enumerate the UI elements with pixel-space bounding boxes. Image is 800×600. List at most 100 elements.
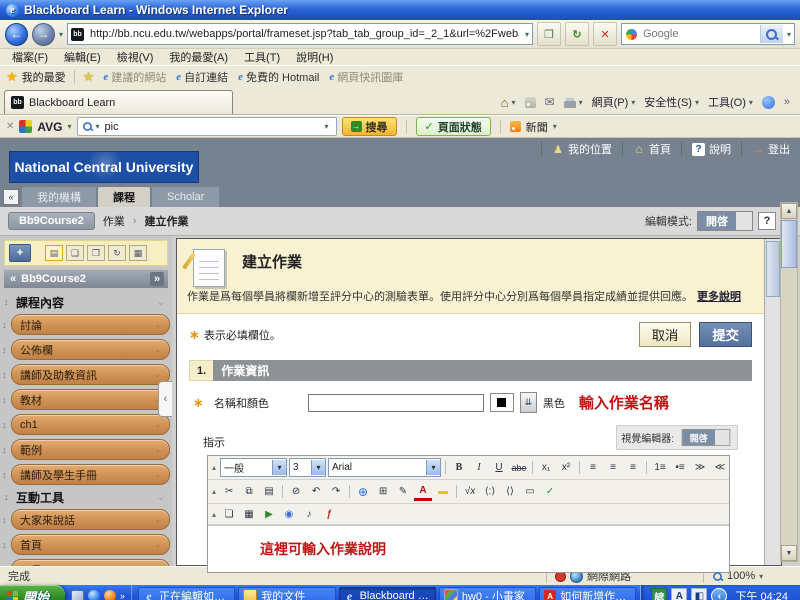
chevron-down-icon[interactable]: ⌄ — [154, 320, 161, 329]
bold-button[interactable]: B — [450, 460, 468, 476]
separator[interactable] — [445, 461, 446, 474]
separator[interactable] — [282, 485, 283, 498]
spellcheck-button[interactable]: ✓ — [541, 484, 559, 500]
menu-item[interactable]: 說明(H) — [288, 49, 341, 65]
rss-feed-icon[interactable] — [525, 97, 536, 108]
drag-handle-icon[interactable]: ↕ — [2, 320, 10, 330]
favorites-star-icon[interactable]: ★ — [6, 69, 18, 85]
cut-button[interactable]: ✂ — [220, 484, 238, 500]
sidebar-menu-item[interactable]: ↕ 討論 ⌄ — [2, 314, 170, 335]
chevron-down-icon[interactable]: ⌄ — [154, 470, 161, 479]
assignment-name-input[interactable] — [308, 394, 484, 412]
align-center-button[interactable]: ≡ — [604, 460, 622, 476]
print-dropdown-icon[interactable]: ▾ — [579, 98, 583, 107]
chevron-down-icon[interactable]: ⌄ — [154, 565, 161, 566]
ime-mode-icon[interactable]: A — [671, 588, 687, 600]
taskbar-task[interactable]: 如何新增作業... — [539, 587, 636, 600]
more-help-link[interactable]: 更多說明 — [697, 291, 741, 303]
sidebar-menu-item[interactable]: ↕ ch1 ⌄ — [2, 414, 170, 435]
drag-handle-icon[interactable]: ↕ — [4, 492, 12, 502]
attach-file-button[interactable]: ❏ — [220, 506, 238, 522]
firefox-icon[interactable] — [104, 590, 116, 600]
avg-search-box[interactable]: ▾ ▾ — [77, 117, 337, 136]
chevron-down-icon[interactable]: ⌄ — [154, 445, 161, 454]
favorites-label[interactable]: 我的最愛 — [22, 69, 66, 85]
preview-button[interactable]: ▭ — [521, 484, 539, 500]
page-scrollbar[interactable]: ▲ ▼ — [780, 202, 798, 562]
drag-handle-icon[interactable]: ↕ — [2, 470, 10, 480]
ime-indicator-icon[interactable]: 諺 — [651, 588, 667, 600]
home-dropdown-icon[interactable]: ▾ — [512, 98, 516, 107]
collapse-menu-icon[interactable]: « — [10, 273, 16, 285]
address-field[interactable]: bb ▾ — [67, 23, 533, 45]
collapse-toolbar-icon[interactable]: ▴ — [212, 487, 216, 496]
add-menu-item-button[interactable]: + — [9, 244, 31, 262]
collapse-sidebar-button[interactable]: ‹ — [158, 381, 172, 417]
attach-audio-button[interactable]: ♪ — [300, 506, 318, 522]
url-input[interactable] — [88, 27, 521, 41]
subscript-button[interactable]: x₁ — [537, 460, 555, 476]
avg-page-status-button[interactable]: ✓ 頁面狀態 — [416, 117, 491, 136]
refresh-button[interactable]: ↻ — [565, 22, 589, 46]
avg-news-button[interactable]: 新聞 — [526, 119, 548, 135]
scroll-up-button[interactable]: ▲ — [781, 203, 797, 219]
search-button[interactable] — [760, 25, 783, 43]
font-size-select[interactable]: 3▾ — [289, 458, 326, 477]
tab-scholar[interactable]: Scholar — [152, 187, 219, 207]
favorites-link[interactable]: 自訂連結 — [171, 69, 233, 85]
edit-mode-help-button[interactable]: ? — [758, 212, 776, 230]
visual-editor-toggle[interactable]: 開啓 — [682, 429, 731, 446]
print-button[interactable]: ▾ — [564, 97, 583, 108]
chevron-down-icon[interactable]: ⌄ — [154, 515, 161, 524]
indent-button[interactable]: ≫ — [691, 460, 709, 476]
sidebar-menu-item[interactable]: ↕ 範例 ⌄ — [2, 439, 170, 460]
numbered-list-button[interactable]: 1≡ — [651, 460, 669, 476]
avg-brand[interactable]: AVG — [37, 120, 62, 134]
separator[interactable] — [579, 461, 580, 474]
tab-courses[interactable]: 課程 — [98, 187, 150, 207]
attach-quicktime-button[interactable]: ◉ — [280, 506, 298, 522]
attach-mpeg-button[interactable]: ▶ — [260, 506, 278, 522]
separator[interactable] — [532, 461, 533, 474]
mathml-button[interactable]: ⟨:⟩ — [481, 484, 499, 500]
sidebar-menu-item[interactable]: ↕ 大家來說話 ⌄ — [2, 509, 170, 530]
copy-button[interactable]: ⧉ — [240, 484, 258, 500]
align-right-button[interactable]: ≡ — [624, 460, 642, 476]
bullet-list-button[interactable]: •≡ — [671, 460, 689, 476]
paste-button[interactable]: ▤ — [260, 484, 278, 500]
history-dropdown-icon[interactable]: ▾ — [59, 30, 63, 39]
drag-handle-icon[interactable]: ↕ — [2, 565, 10, 567]
sidebar-menu-item[interactable]: ↕ 首頁 ⌄ — [2, 534, 170, 555]
outdent-button[interactable]: ≪ — [711, 460, 729, 476]
drag-handle-icon[interactable]: ↕ — [2, 420, 10, 430]
utility-link[interactable]: 說明 — [681, 142, 741, 156]
close-toolbar-icon[interactable]: ✕ — [6, 121, 14, 132]
favorites-link[interactable]: 建議的網站 — [98, 69, 171, 85]
favorites-link[interactable]: 網頁快訊圖庫 — [324, 69, 408, 85]
collapse-toolbar-icon[interactable]: ▴ — [212, 463, 216, 472]
edit-mode-toggle[interactable]: 開啓 — [697, 211, 753, 231]
separator[interactable] — [349, 485, 350, 498]
sidebar-menu-item[interactable]: ↕ 工具 ⌄ — [2, 559, 170, 566]
browser-tab[interactable]: bb Blackboard Learn — [4, 90, 233, 114]
collapse-frame-icon[interactable]: « — [3, 189, 19, 205]
separator[interactable] — [646, 461, 647, 474]
drag-handle-icon[interactable]: ↕ — [2, 345, 10, 355]
drag-handle-icon[interactable]: ↕ — [4, 297, 12, 307]
undo-button[interactable]: ↶ — [307, 484, 325, 500]
forward-button[interactable]: → — [32, 23, 55, 46]
drag-handle-icon[interactable]: ↕ — [2, 395, 10, 405]
paragraph-select[interactable]: 一般▾ — [220, 458, 287, 477]
utility-link[interactable]: 我的位置 — [541, 142, 622, 156]
expand-menu-icon[interactable]: » — [150, 272, 164, 286]
highlight-button[interactable]: ▬ — [434, 484, 452, 500]
equation-button[interactable]: √x — [461, 484, 479, 500]
sidebar-menu-item[interactable]: ↕ 講師及助教資訊 ⌄ — [2, 364, 170, 385]
editor-text-area[interactable]: 這裡可輸入作業說明 — [208, 525, 729, 572]
chevron-down-icon[interactable]: ⌄ — [154, 540, 161, 549]
drag-handle-icon[interactable]: ↕ — [2, 515, 10, 525]
html-source-button[interactable]: ⟨⟩ — [501, 484, 519, 500]
content-scrollbar[interactable] — [764, 239, 781, 565]
hyperlink-button[interactable]: ⊕ — [354, 484, 372, 500]
help-icon[interactable] — [762, 96, 775, 109]
